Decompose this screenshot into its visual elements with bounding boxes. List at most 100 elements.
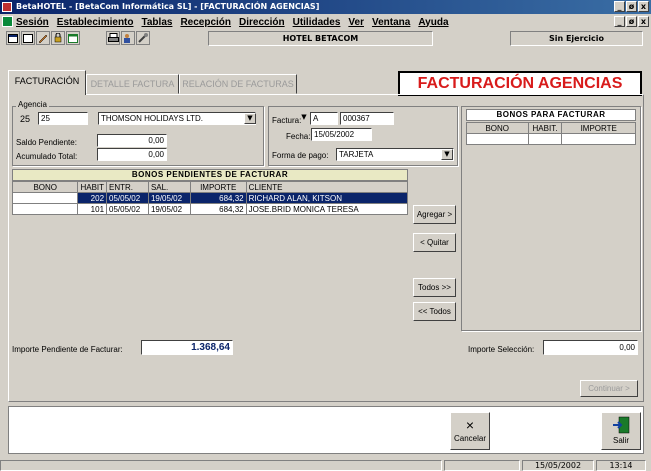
chevron-down-icon[interactable]: ▼ [244,113,256,124]
status-date: 15/05/2002 [522,460,594,471]
window-title-bar: BetaHOTEL - [BetaCom Informática SL] - [… [0,0,651,14]
cell-cliente: RICHARD ALAN, KITSON [245,192,409,204]
continuar-button[interactable]: Continuar > [580,380,638,397]
agencia-name-select[interactable]: THOMSON HOLIDAYS LTD. [98,112,256,125]
agencia-legend: Agencia [16,100,49,109]
menu-bar: Sesión Establecimiento Tablas Recepción … [0,14,651,30]
cancelar-button[interactable]: × Cancelar [450,412,490,450]
table-row[interactable]: 202 05/05/02 19/05/02 684,32 RICHARD ALA… [11,192,409,204]
cell-bono [11,192,79,204]
acumulado-field: 0,00 [97,148,167,161]
cell-importe: 684,32 [189,203,247,215]
tab-relacion-facturas[interactable]: RELACIÓN DE FACTURAS [179,74,297,94]
menu-establecimiento[interactable]: Establecimiento [57,17,134,28]
numero-field[interactable]: 000367 [340,112,394,125]
forma-pago-label: Forma de pago: [272,151,329,160]
saldo-label: Saldo Pendiente: [16,138,77,147]
users-icon[interactable] [121,31,135,45]
status-panel-blank [444,460,520,471]
mdi-restore-icon[interactable]: ø [626,16,637,27]
fecha-label: Fecha: [286,132,311,141]
table-header: BONO HABIT ENTR. SAL. IMPORTE CLIENTE [11,181,409,193]
menu-direccion[interactable]: Dirección [239,17,285,28]
exit-door-icon [602,416,640,436]
col-bono: BONO [466,122,529,134]
col-importe: IMPORTE [561,122,636,134]
saldo-field: 0,00 [97,134,167,147]
serie-chevron-icon[interactable]: ▼ [298,113,310,124]
lock-icon[interactable] [51,31,65,45]
page-title: FACTURACIÓN AGENCIAS [398,71,642,96]
col-bono: BONO [11,181,79,193]
table-row[interactable] [466,133,636,145]
pendientes-table: BONO HABIT ENTR. SAL. IMPORTE CLIENTE 20… [11,181,409,215]
importe-seleccion-field: 0,00 [543,340,638,355]
cell-bono [11,203,79,215]
document-icon [2,16,13,27]
hotel-name: HOTEL BETACOM [208,31,433,46]
col-habit: HABIT. [527,122,563,134]
fecha-field[interactable]: 15/05/2002 [311,128,372,141]
menu-recepcion[interactable]: Recepción [180,17,231,28]
close-icon[interactable]: x [638,1,649,12]
menu-utilidades[interactable]: Utilidades [293,17,341,28]
menu-ayuda[interactable]: Ayuda [418,17,448,28]
menu-tablas[interactable]: Tablas [142,17,173,28]
col-habit: HABIT [77,181,108,193]
importe-pendiente-label: Importe Pendiente de Facturar: [12,345,123,354]
toolbar: HOTEL BETACOM Sin Ejercicio [0,30,651,47]
salir-label: Salir [612,436,629,445]
table-header: BONO HABIT. IMPORTE [466,122,636,134]
menu-ver[interactable]: Ver [348,17,364,28]
mdi-close-icon[interactable]: x [638,16,649,27]
cell-sal: 19/05/02 [147,203,191,215]
menu-sesion[interactable]: Sesión [16,17,49,28]
col-cliente: CLIENTE [245,181,409,193]
status-panel-main [0,460,442,471]
cancelar-label: Cancelar [453,434,486,443]
todos-remove-button[interactable]: << Todos [413,302,456,321]
ejercicio-field: Sin Ejercicio [510,31,643,46]
agencia-code: 25 [20,114,31,124]
cell-habit: 101 [77,203,108,215]
salir-button[interactable]: Salir [601,412,641,450]
cell-entr: 05/05/02 [106,203,149,215]
serie-field[interactable]: A [310,112,338,125]
window-controls: _ ø x [614,1,649,13]
tools-icon[interactable] [136,31,150,45]
todos-add-button[interactable]: Todos >> [413,278,456,297]
acumulado-label: Acumulado Total: [16,152,78,161]
cell-importe: 684,32 [189,192,247,204]
agencia-code-input[interactable]: 25 [38,112,88,125]
print-icon[interactable] [106,31,120,45]
quitar-button[interactable]: < Quitar [413,233,456,252]
col-entr: ENTR. [106,181,149,193]
facturar-title: BONOS PARA FACTURAR [466,109,636,121]
calendar-icon[interactable] [66,31,80,45]
importe-pendiente-field: 1.368,64 [141,340,233,355]
col-importe: IMPORTE [189,181,247,193]
forma-pago-select[interactable]: TARJETA [336,148,454,161]
facturar-table: BONO HABIT. IMPORTE [466,122,636,145]
pendientes-empty-area [12,219,408,329]
close-icon: × [465,417,475,433]
minimize-icon[interactable]: _ [614,1,625,12]
agregar-button[interactable]: Agregar > [413,205,456,224]
app-icon [2,2,12,12]
mdi-controls: _ ø x [614,16,649,27]
mdi-minimize-icon[interactable]: _ [614,16,625,27]
cell-cliente: JOSE.BRID MONICA TERESA [245,203,409,215]
frame-icon[interactable] [21,31,35,45]
agencia-name: THOMSON HOLIDAYS LTD. [101,114,203,123]
pendientes-title: BONOS PENDIENTES DE FACTURAR [12,169,408,181]
forma-chevron-down-icon[interactable]: ▼ [441,149,453,160]
cell-sal: 19/05/02 [147,192,191,204]
restore-icon[interactable]: ø [626,1,637,12]
menu-ventana[interactable]: Ventana [372,17,410,28]
importe-seleccion-label: Importe Selección: [468,345,535,354]
window-icon[interactable] [6,31,20,45]
tab-facturacion[interactable]: FACTURACIÓN [8,70,86,95]
edit-icon[interactable] [36,31,50,45]
table-row[interactable]: 101 05/05/02 19/05/02 684,32 JOSE.BRID M… [11,203,409,215]
tab-detalle-factura[interactable]: DETALLE FACTURA [86,74,179,94]
